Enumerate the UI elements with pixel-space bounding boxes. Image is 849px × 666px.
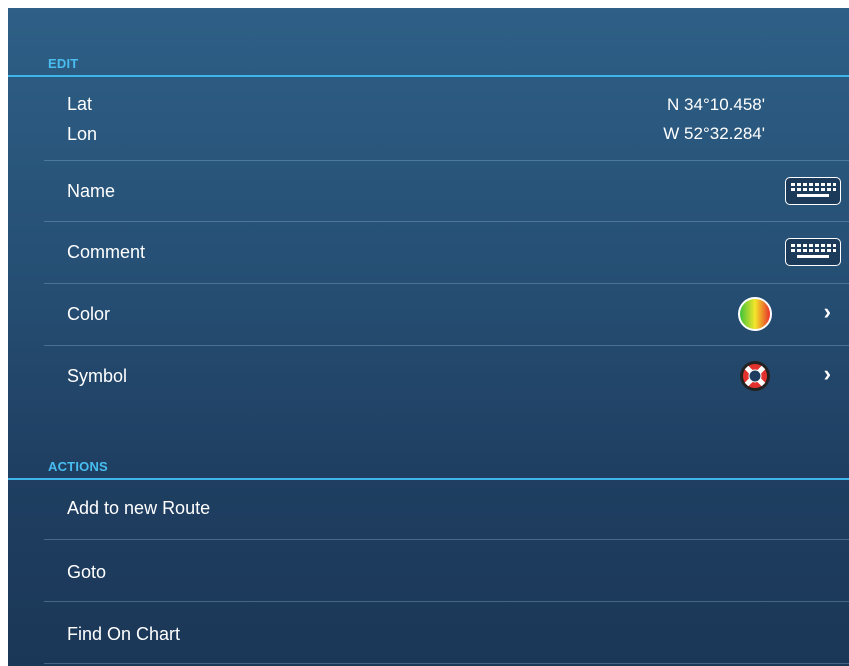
lat-value: N 34°10.458' [667,95,765,114]
section-title-actions: ACTIONS [48,459,108,474]
section-header-edit: EDIT [8,50,849,77]
action-find-on-chart[interactable]: Find On Chart [44,602,849,664]
comment-label: Comment [67,242,146,262]
action-label: Goto [67,562,107,582]
name-row[interactable]: Name [44,161,849,222]
chevron-right-icon[interactable]: › [824,361,831,387]
action-label: Add to new Route [67,498,211,518]
chevron-right-icon[interactable]: › [824,299,831,325]
lifebuoy-icon [740,361,770,391]
lon-label: Lon [67,124,98,144]
edit-panel: EDIT Lat Lon N 34°10.458' W 52°32.284' N… [8,8,849,666]
color-row[interactable]: Color › [44,284,849,346]
color-wheel-icon [738,297,772,331]
section-title-edit: EDIT [48,56,79,71]
keyboard-icon[interactable] [785,177,841,205]
symbol-row[interactable]: Symbol › [44,346,849,407]
lon-value: W 52°32.284' [663,124,765,143]
symbol-label: Symbol [67,366,128,386]
action-add-to-new-route[interactable]: Add to new Route [44,480,849,540]
action-label: Find On Chart [67,624,181,644]
comment-row[interactable]: Comment [44,222,849,284]
position-row[interactable]: Lat Lon N 34°10.458' W 52°32.284' [44,77,849,161]
color-label: Color [67,304,111,324]
action-goto[interactable]: Goto [44,540,849,602]
keyboard-icon[interactable] [785,238,841,266]
lat-label: Lat [67,94,93,114]
name-label: Name [67,181,116,201]
section-header-actions: ACTIONS [8,453,849,480]
